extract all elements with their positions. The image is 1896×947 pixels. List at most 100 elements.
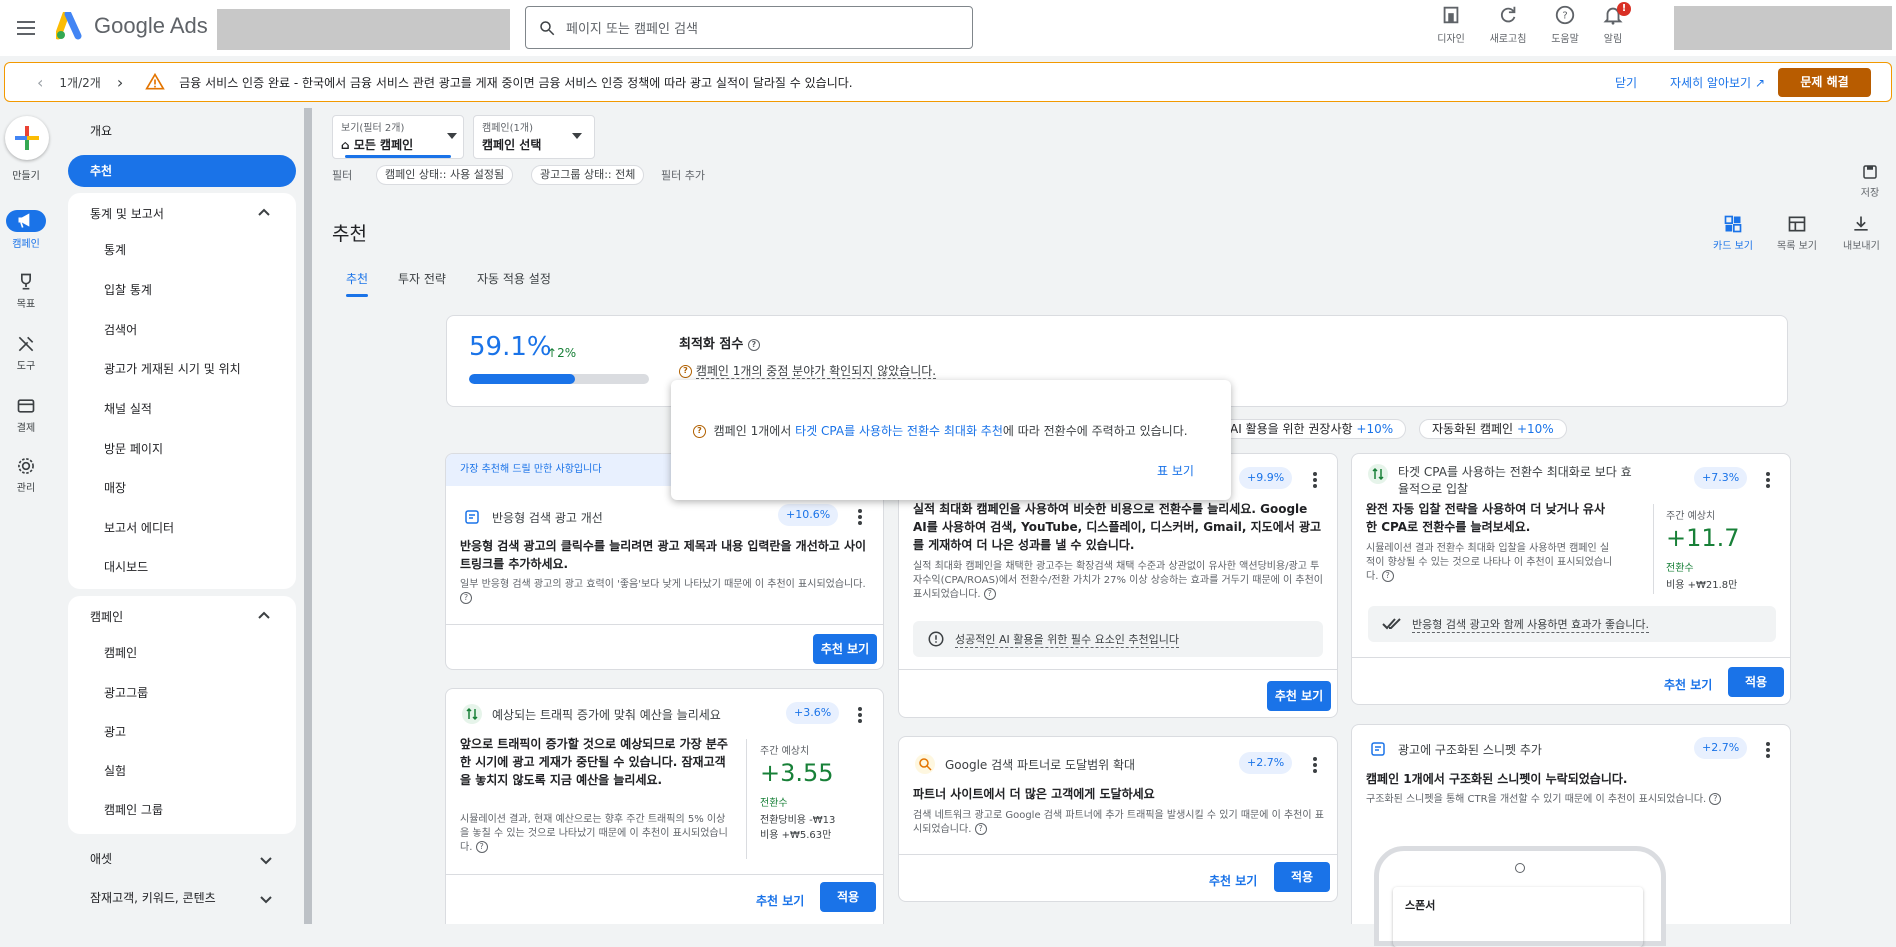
help-icon[interactable]: ?	[475, 841, 488, 853]
rec-card-partners: Google 검색 파트너로 도달범위 확대 +2.7% 파트너 사이트에서 더…	[898, 736, 1338, 902]
more-vert-icon[interactable]	[1766, 742, 1770, 758]
save-filter-button[interactable]: 저장	[1855, 163, 1885, 199]
tab-recommendations[interactable]: 추천	[346, 270, 368, 287]
sidebar-item-campaign-groups[interactable]: 캠페인 그룹	[104, 801, 163, 818]
download-icon	[1854, 216, 1869, 231]
more-vert-icon[interactable]	[858, 707, 862, 723]
sidebar-item-stores[interactable]: 매장	[104, 479, 126, 496]
category-chip-ai[interactable]: AI 활용을 위한 권장사항 +10%	[1218, 419, 1407, 439]
popup-link[interactable]: 타겟 CPA를 사용하는 전환수 최대화 추천	[795, 424, 1003, 438]
help-icon[interactable]: ?	[1381, 570, 1394, 582]
next-chevron-icon[interactable]: ›	[117, 73, 123, 92]
add-filter-link[interactable]: 필터 추가	[661, 167, 705, 183]
rec-pmax-hint-text: 성공적인 AI 활용을 위한 필수 요소인 추천입니다	[955, 632, 1180, 648]
help-icon[interactable]: ?	[1709, 793, 1722, 805]
sidebar-overview[interactable]: 개요	[90, 122, 112, 139]
dropdown-arrow-icon	[447, 133, 457, 139]
category-automated-label: 자동화된 캠페인	[1432, 422, 1514, 436]
sidebar-campaign-title[interactable]: 캠페인	[90, 608, 123, 625]
rec-tcpa-hint[interactable]: 반응형 검색 광고와 함께 사용하면 효과가 좋습니다.	[1368, 606, 1776, 642]
sidebar-audience[interactable]: 잠재고객, 키워드, 콘텐츠	[90, 889, 216, 906]
rec-partners-desc: 검색 네트워크 광고로 Google 검색 파트너에 추가 트래픽을 발생시킬 …	[913, 809, 1325, 837]
rail-billing[interactable]: 결제	[0, 396, 52, 434]
more-vert-icon[interactable]	[858, 509, 862, 525]
campaign-select-dropdown[interactable]: 캠페인(1개) 캠페인 선택	[473, 115, 595, 159]
rec-pmax-view-button[interactable]: 추천 보기	[1267, 681, 1331, 711]
sidebar-item-search-terms[interactable]: 검색어	[104, 321, 137, 338]
sidebar-item-dashboards[interactable]: 대시보드	[104, 558, 148, 575]
filter-chip-campaign-status[interactable]: 캠페인 상태:: 사용 설정됨	[376, 165, 514, 185]
sidebar-scrollbar[interactable]	[304, 108, 312, 924]
sidebar-item-ads[interactable]: 광고	[104, 723, 126, 740]
view-table-link[interactable]: 표 보기	[1157, 462, 1194, 479]
sidebar-item-experiments[interactable]: 실험	[104, 762, 126, 779]
sidebar-item-report-editor[interactable]: 보고서 에디터	[104, 519, 174, 536]
help-icon[interactable]: ?	[460, 592, 472, 604]
account-info-redacted[interactable]	[1674, 6, 1892, 50]
sidebar-item-campaigns[interactable]: 캠페인	[104, 644, 137, 661]
svg-text:?: ?	[1562, 11, 1567, 22]
refresh-button[interactable]: 새로고침	[1484, 4, 1532, 45]
sidebar-item-auction[interactable]: 입찰 통계	[104, 281, 152, 298]
chevron-down-icon[interactable]	[258, 891, 274, 907]
chevron-up-icon[interactable]	[256, 608, 272, 624]
rec-partners-apply-button[interactable]: 적용	[1274, 862, 1330, 892]
prev-chevron-icon[interactable]: ‹	[37, 73, 43, 92]
chevron-up-icon[interactable]	[256, 205, 272, 221]
help-icon[interactable]: ?	[974, 823, 987, 835]
export-button[interactable]: 내보내기	[1843, 214, 1880, 252]
sidebar-campaign-group: 캠페인 캠페인 광고그룹 광고 실험 캠페인 그룹	[68, 596, 296, 834]
more-vert-icon[interactable]	[1766, 472, 1770, 488]
notifications-button[interactable]: 알림 !	[1589, 2, 1637, 45]
score-subtitle[interactable]: ? 캠페인 1개의 중점 분야가 확인되지 않았습니다.	[679, 362, 937, 379]
rec-budget-title: 앞으로 트래픽이 증가할 것으로 예상되므로 가장 분주한 시기에 광고 게재가…	[460, 737, 728, 787]
card-divider	[899, 669, 1337, 670]
rec-tcpa-view-link[interactable]: 추천 보기	[1664, 676, 1712, 693]
search-icon	[540, 20, 555, 35]
filter-chip-adgroup-status[interactable]: 광고그룹 상태:: 전체	[531, 165, 645, 185]
sidebar-item-landing-pages[interactable]: 방문 페이지	[104, 440, 163, 457]
sidebar-item-stats[interactable]: 통계	[104, 241, 126, 258]
menu-icon[interactable]	[14, 16, 38, 40]
rec-partners-view-link[interactable]: 추천 보기	[1209, 872, 1257, 889]
help-icon[interactable]: ?	[983, 588, 996, 600]
rail-goals[interactable]: 목표	[0, 272, 52, 310]
sidebar-item-channels[interactable]: 채널 실적	[104, 400, 152, 417]
create-button[interactable]	[5, 116, 49, 160]
more-vert-icon[interactable]	[1313, 757, 1317, 773]
banner-close-link[interactable]: 닫기	[1615, 74, 1637, 91]
learn-more-link[interactable]: 자세히 알아보기 ↗	[1670, 74, 1765, 91]
help-button[interactable]: ? 도움말	[1541, 4, 1589, 45]
sidebar-assets[interactable]: 애셋	[90, 850, 112, 867]
sidebar-stats-title[interactable]: 통계 및 보고서	[90, 205, 164, 222]
rec-tcpa-apply-button[interactable]: 적용	[1728, 667, 1784, 697]
search-input[interactable]: 페이지 또는 캠페인 검색	[525, 6, 973, 49]
rail-campaigns-label: 캠페인	[12, 239, 40, 250]
tab-investment-strategy[interactable]: 투자 전략	[398, 270, 446, 287]
rail-tools[interactable]: 도구	[0, 334, 52, 372]
more-vert-icon[interactable]	[1313, 472, 1317, 488]
tab-auto-apply[interactable]: 자동 적용 설정	[477, 270, 551, 287]
view-filter-dropdown[interactable]: 보기(필터 2개) ⌂ 모든 캠페인	[332, 115, 464, 159]
sidebar-recommendations[interactable]: 추천	[68, 155, 296, 187]
rec-budget-apply-button[interactable]: 적용	[820, 882, 876, 912]
design-button[interactable]: 디자인	[1427, 4, 1475, 45]
phone-camera	[1515, 863, 1525, 873]
google-ads-logo[interactable]: Google Ads	[56, 12, 208, 40]
rec-rsa-view-button[interactable]: 추천 보기	[813, 634, 877, 664]
category-ai-label: AI 활용을 위한 권장사항	[1230, 422, 1353, 436]
rail-campaigns[interactable]: 캠페인	[0, 210, 52, 250]
card-view-button[interactable]: 카드 보기	[1713, 214, 1753, 252]
list-view-button[interactable]: 목록 보기	[1777, 214, 1817, 252]
fix-problem-button[interactable]: 문제 해결	[1778, 68, 1871, 97]
chevron-down-icon[interactable]	[258, 852, 274, 868]
help-icon[interactable]: ?	[747, 338, 760, 351]
sidebar-item-when-where[interactable]: 광고가 게재된 시기 및 위치	[104, 360, 241, 377]
rec-pmax-hint[interactable]: 성공적인 AI 활용을 위한 필수 요소인 추천입니다	[913, 621, 1323, 657]
category-chip-automated[interactable]: 자동화된 캠페인 +10%	[1419, 419, 1567, 439]
rail-admin[interactable]: 관리	[0, 456, 52, 494]
rec-budget-view-link[interactable]: 추천 보기	[756, 892, 804, 909]
sidebar-item-adgroups[interactable]: 광고그룹	[104, 684, 148, 701]
stat-divider	[746, 739, 747, 859]
warning-question-icon: ?	[679, 365, 692, 378]
